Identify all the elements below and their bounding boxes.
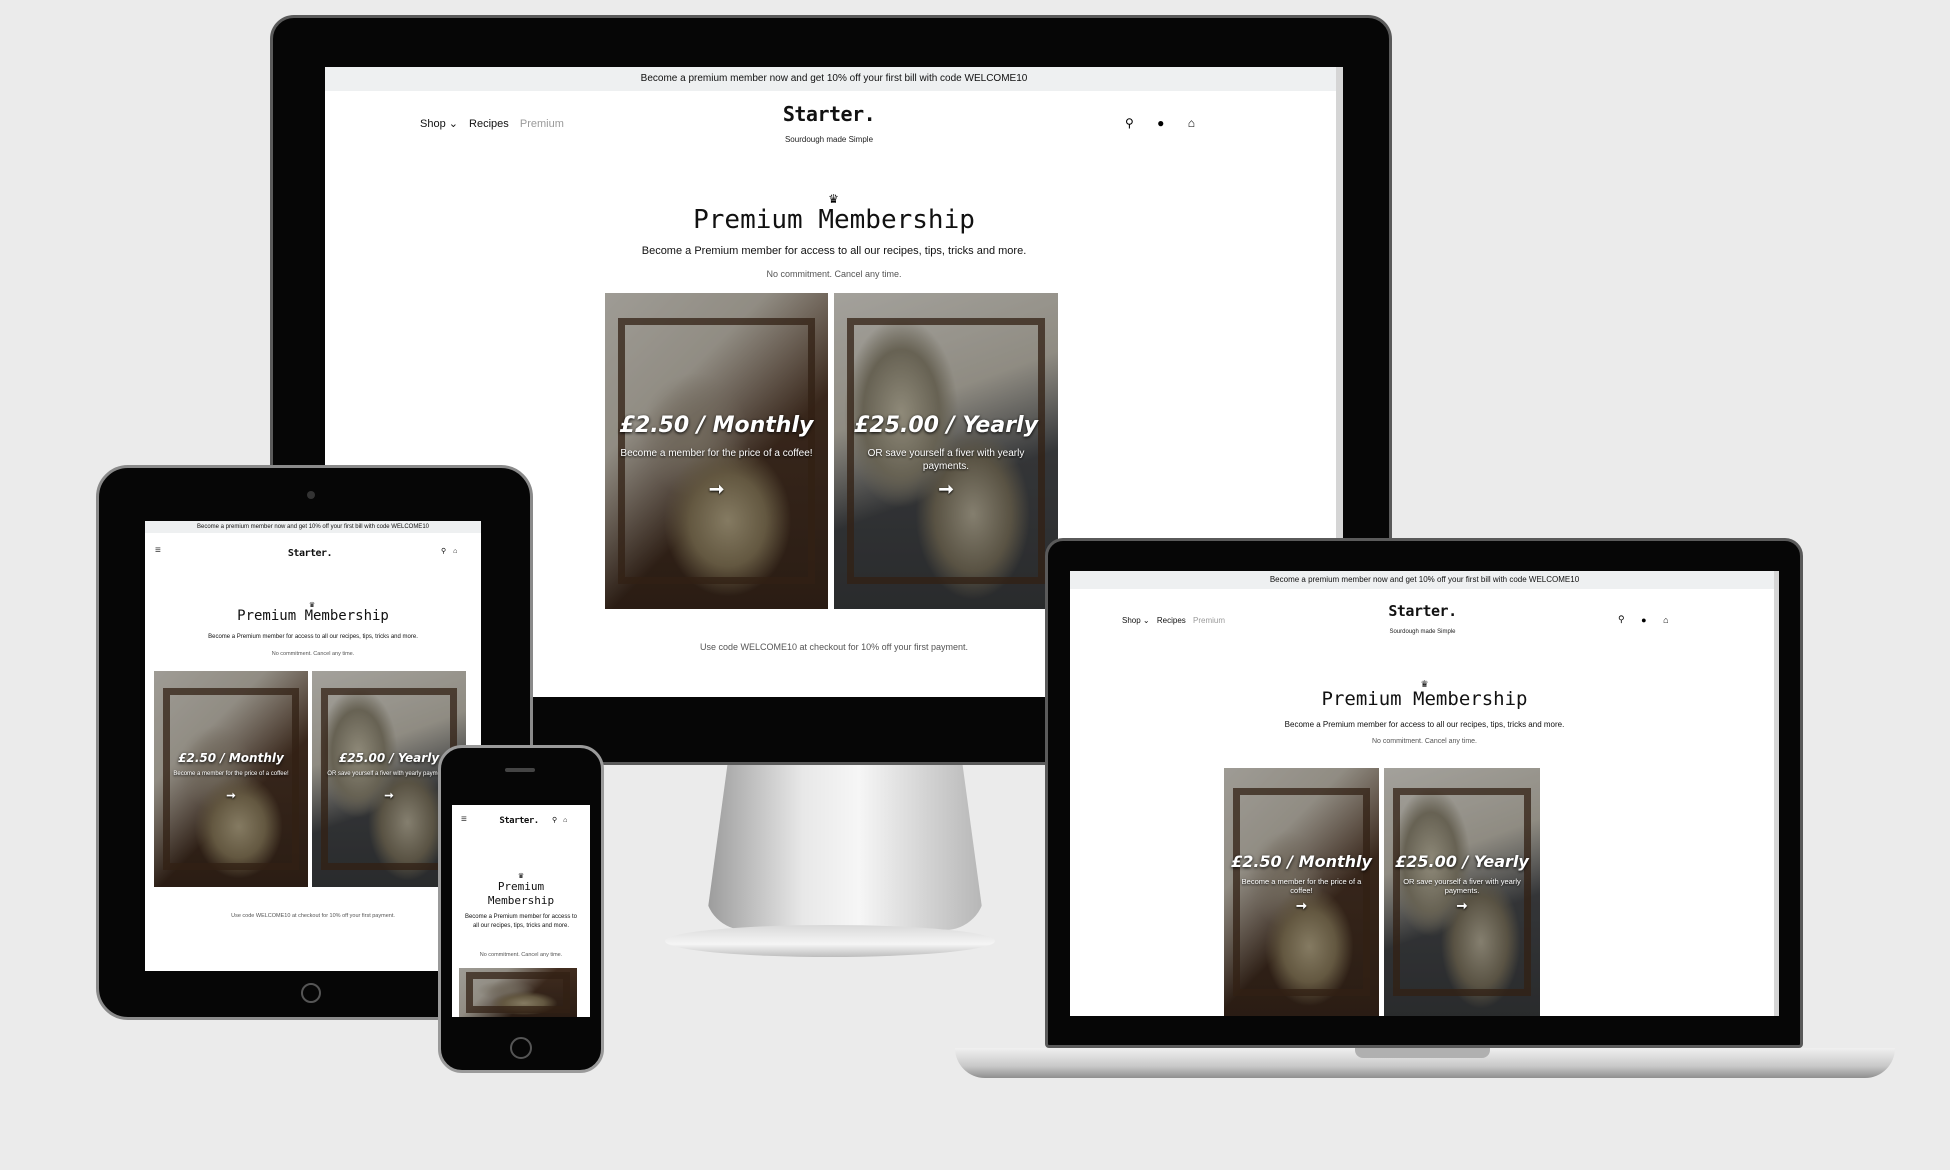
plan-price: £25.00 / Yearly	[1395, 852, 1529, 871]
footer-note: Use code WELCOME10 at checkout for 10% o…	[231, 913, 395, 919]
arrow-right-icon[interactable]: ➞	[605, 479, 828, 500]
plan-price: £25.00 / Yearly	[854, 413, 1038, 438]
page-title-line2: Membership	[487, 894, 555, 907]
promo-banner: Become a premium member now and get 10% …	[325, 67, 1343, 91]
arrow-right-icon[interactable]: ➞	[1384, 898, 1540, 914]
search-icon[interactable]: ⚲	[1618, 614, 1625, 625]
tablet-camera	[307, 491, 315, 499]
basket-icon[interactable]: ⌂	[1663, 615, 1668, 625]
page-subtitle: Become a Premium member for access to al…	[1284, 720, 1565, 729]
plan-card-monthly[interactable]: £2.50 / Monthly Become a member for the …	[1224, 768, 1379, 1016]
arrow-right-icon[interactable]: ➞	[834, 479, 1058, 500]
commitment-note: No commitment. Cancel any time.	[766, 269, 902, 279]
tablet-screen: Become a premium member now and get 10% …	[145, 521, 481, 971]
monitor-base	[665, 925, 995, 957]
basket-icon[interactable]: ⌂	[563, 817, 567, 824]
commitment-note: No commitment. Cancel any time.	[271, 651, 355, 657]
basket-icon[interactable]: ⌂	[1188, 116, 1195, 130]
page-title: Premium Membership	[1321, 688, 1528, 710]
promo-banner: Become a premium member now and get 10% …	[145, 521, 481, 533]
plan-price: £2.50 / Monthly	[1231, 852, 1372, 871]
promo-banner: Become a premium member now and get 10% …	[1070, 571, 1779, 589]
search-icon[interactable]: ⚲	[1125, 116, 1134, 130]
plan-price: £2.50 / Monthly	[178, 751, 284, 765]
plan-card-monthly[interactable]: £2.50 / Monthly Become a member for the …	[605, 293, 828, 609]
site-tagline: Sourdough made Simple	[784, 135, 874, 144]
phone-screen: ≡ Starter. ⚲ ⌂ ♛ Premium Membership Beco…	[452, 805, 590, 1017]
search-icon[interactable]: ⚲	[552, 816, 557, 824]
laptop-screen: Become a premium member now and get 10% …	[1070, 571, 1779, 1016]
monitor-stand	[705, 765, 985, 930]
header-icons: ⚲ ⌂	[552, 816, 567, 825]
arrow-right-icon[interactable]: ➞	[1224, 898, 1379, 914]
header-icons: ⚲ ● ⌂	[1618, 614, 1669, 625]
laptop-notch	[1355, 1048, 1490, 1058]
plan-card-yearly[interactable]: £25.00 / Yearly OR save yourself a fiver…	[834, 293, 1058, 609]
user-icon[interactable]: ●	[1641, 615, 1646, 625]
plan-card-monthly[interactable]: £2.50 / Monthly Become a member for the …	[154, 671, 308, 887]
site-logo[interactable]: Starter.	[1070, 602, 1779, 620]
site-logo[interactable]: Starter.	[145, 548, 481, 559]
user-icon[interactable]: ●	[1157, 116, 1164, 130]
basket-icon[interactable]: ⌂	[453, 548, 457, 555]
plan-card-monthly[interactable]	[459, 968, 577, 1017]
phone-speaker	[505, 768, 535, 772]
commitment-note: No commitment. Cancel any time.	[1371, 738, 1478, 745]
header-icons: ⚲ ⌂	[441, 547, 457, 556]
plan-price: £2.50 / Monthly	[619, 413, 814, 438]
page-title: Premium Membership	[237, 608, 389, 624]
crown-icon: ♛	[517, 873, 525, 880]
plan-description: OR save yourself a fiver with yearly pay…	[1403, 877, 1521, 896]
commitment-note: No commitment. Cancel any time.	[479, 952, 563, 958]
plan-description: Become a member for the price of a coffe…	[1241, 877, 1362, 896]
page-subtitle: Become a Premium member for access to al…	[641, 245, 1027, 257]
plan-description: OR save yourself a fiver with yearly pay…	[327, 771, 451, 777]
tablet-home-button[interactable]	[301, 983, 321, 1003]
search-icon[interactable]: ⚲	[441, 547, 446, 555]
page-subtitle: Become a Premium member for access to al…	[208, 634, 418, 640]
header-icons: ⚲ ● ⌂	[1125, 115, 1195, 130]
plan-description: Become a member for the price of a coffe…	[173, 771, 289, 777]
plan-card-yearly[interactable]: £25.00 / Yearly OR save yourself a fiver…	[1384, 768, 1540, 1016]
arrow-right-icon[interactable]: ➞	[154, 789, 308, 802]
plan-description: OR save yourself a fiver with yearly pay…	[867, 448, 1025, 472]
crown-icon: ♛	[828, 192, 839, 206]
page-title-line1: Premium	[497, 880, 545, 893]
page-subtitle: Become a Premium member for access to al…	[464, 914, 578, 929]
page-title: Premium Membership	[693, 205, 975, 235]
scrollbar[interactable]	[1774, 571, 1779, 1016]
plan-description: Become a member for the price of a coffe…	[620, 448, 813, 459]
site-logo[interactable]: Starter.	[452, 816, 590, 826]
phone-home-button[interactable]	[510, 1037, 532, 1059]
site-tagline: Sourdough made Simple	[1389, 629, 1456, 635]
